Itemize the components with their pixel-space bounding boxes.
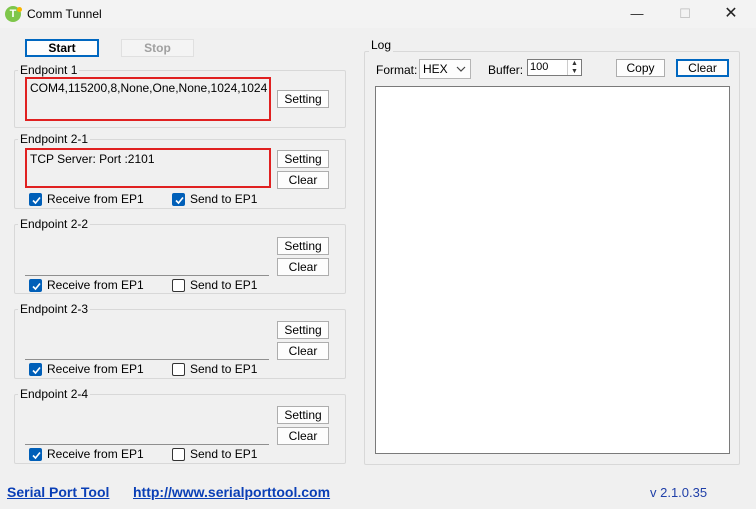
endpoint-2-4-receive-checkbox[interactable]: Receive from EP1 (29, 447, 144, 461)
endpoint-2-3-clear-button[interactable]: Clear (277, 342, 329, 360)
endpoint-2-4-label: Endpoint 2-4 (18, 387, 91, 401)
endpoint-2-1-setting-button[interactable]: Setting (277, 150, 329, 168)
website-link[interactable]: http://www.serialporttool.com (133, 484, 330, 500)
close-button[interactable]: ✕ (708, 0, 754, 28)
buffer-spinner[interactable]: ▲ ▼ (567, 60, 581, 75)
endpoint-2-2-send-checkbox[interactable]: Send to EP1 (172, 278, 257, 292)
chevron-down-icon (456, 60, 466, 83)
start-button[interactable]: Start (25, 39, 99, 57)
buffer-input[interactable]: 100 ▲ ▼ (527, 59, 582, 76)
endpoint-2-2-clear-button[interactable]: Clear (277, 258, 329, 276)
endpoint-2-1-label: Endpoint 2-1 (18, 132, 91, 146)
spin-down-icon[interactable]: ▼ (568, 68, 581, 76)
checkbox-unchecked-icon (172, 362, 185, 376)
endpoint-2-4-clear-button[interactable]: Clear (277, 427, 329, 445)
endpoint-2-2-receive-checkbox[interactable]: Receive from EP1 (29, 278, 144, 292)
stop-button[interactable]: Stop (121, 39, 194, 57)
maximize-button[interactable]: ☐ (662, 0, 708, 28)
endpoint-1-label: Endpoint 1 (18, 63, 80, 77)
receive-label: Receive from EP1 (47, 278, 144, 292)
endpoint-2-1-clear-button[interactable]: Clear (277, 171, 329, 189)
endpoint-2-3-setting-button[interactable]: Setting (277, 321, 329, 339)
title-bar: T Comm Tunnel — ☐ ✕ (0, 0, 756, 28)
endpoint-2-4-send-checkbox[interactable]: Send to EP1 (172, 447, 257, 461)
endpoint-1-field[interactable]: COM4,115200,8,None,One,None,1024,1024 (25, 77, 271, 121)
send-label: Send to EP1 (190, 278, 258, 292)
format-value: HEX (423, 62, 448, 76)
endpoint-2-3-send-checkbox[interactable]: Send to EP1 (172, 362, 257, 376)
endpoint-1-setting-button[interactable]: Setting (277, 90, 329, 108)
format-select[interactable]: HEX (419, 59, 471, 79)
receive-label: Receive from EP1 (47, 447, 144, 461)
send-label: Send to EP1 (190, 362, 258, 376)
endpoint-2-1-receive-checkbox[interactable]: Receive from EP1 (29, 192, 144, 206)
endpoint-2-3-receive-checkbox[interactable]: Receive from EP1 (29, 362, 144, 376)
checkbox-unchecked-icon (172, 278, 185, 292)
endpoint-2-1-field[interactable]: TCP Server: Port :2101 (25, 148, 271, 188)
version-label: v 2.1.0.35 (650, 485, 708, 500)
checkbox-checked-icon (29, 278, 42, 292)
spin-up-icon[interactable]: ▲ (568, 60, 581, 68)
checkbox-checked-icon (172, 192, 185, 206)
checkbox-checked-icon (29, 192, 42, 206)
app-logo-icon: T (5, 6, 22, 22)
format-label: Format: (376, 63, 418, 77)
checkbox-unchecked-icon (172, 447, 185, 461)
window-title: Comm Tunnel (27, 7, 102, 21)
endpoint-2-3-field[interactable] (25, 319, 269, 360)
checkbox-checked-icon (29, 362, 42, 376)
receive-label: Receive from EP1 (47, 192, 144, 206)
send-label: Send to EP1 (190, 192, 258, 206)
buffer-label: Buffer: (488, 63, 524, 77)
log-label: Log (369, 38, 394, 52)
endpoint-2-1-send-checkbox[interactable]: Send to EP1 (172, 192, 257, 206)
log-output[interactable] (375, 86, 730, 454)
minimize-button[interactable]: — (614, 0, 660, 28)
buffer-value: 100 (530, 61, 549, 73)
checkbox-checked-icon (29, 447, 42, 461)
endpoint-2-4-setting-button[interactable]: Setting (277, 406, 329, 424)
endpoint-2-2-label: Endpoint 2-2 (18, 217, 91, 231)
serial-port-tool-link[interactable]: Serial Port Tool (7, 484, 109, 500)
copy-button[interactable]: Copy (616, 59, 665, 77)
endpoint-2-4-field[interactable] (25, 404, 269, 445)
endpoint-2-2-field[interactable] (25, 235, 269, 276)
endpoint-2-2-setting-button[interactable]: Setting (277, 237, 329, 255)
endpoint-2-3-label: Endpoint 2-3 (18, 302, 91, 316)
receive-label: Receive from EP1 (47, 362, 144, 376)
log-clear-button[interactable]: Clear (676, 59, 729, 77)
send-label: Send to EP1 (190, 447, 258, 461)
